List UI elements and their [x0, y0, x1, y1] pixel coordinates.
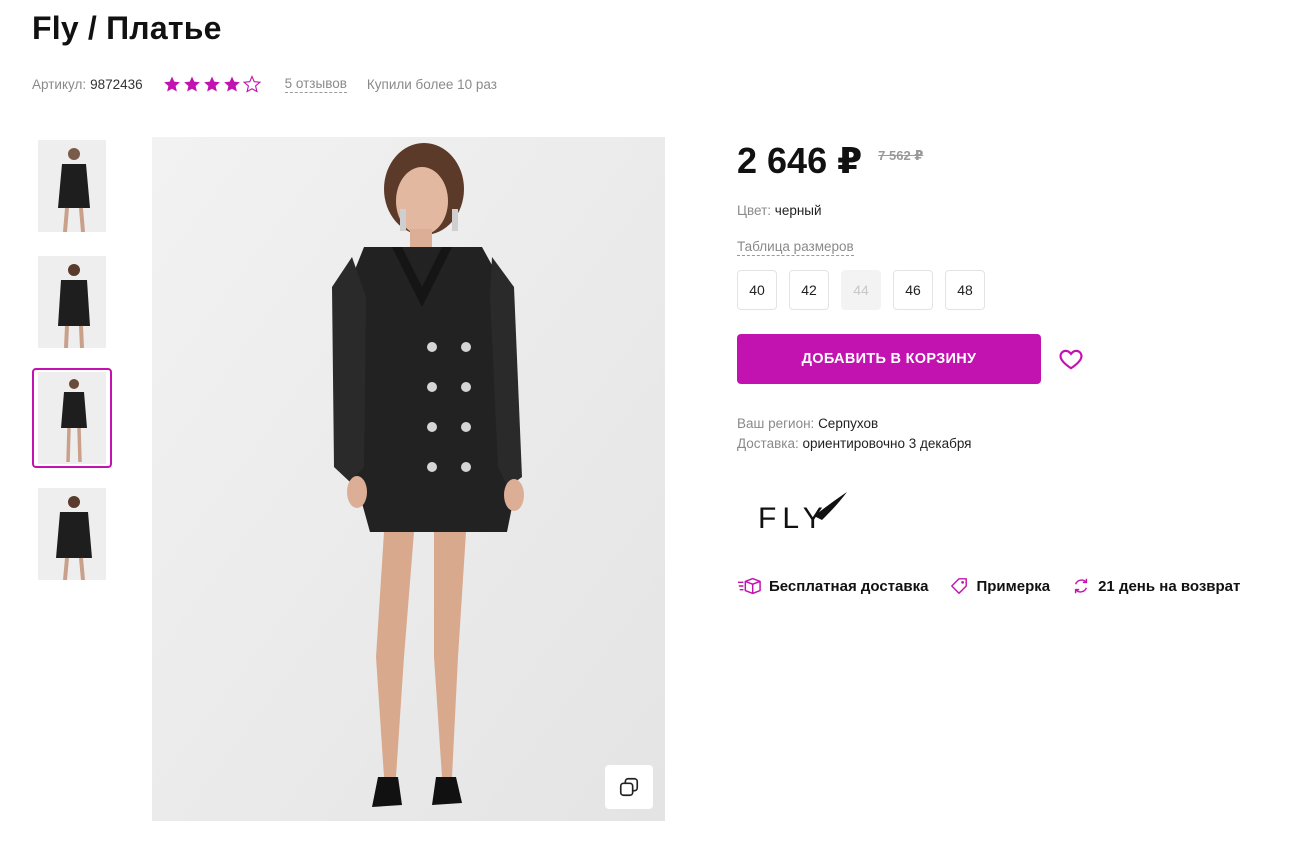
article-label: Артикул: [32, 76, 87, 92]
product-meta-row: Артикул: 9872436 5 отзывов Купили более … [32, 74, 497, 94]
thumbnail-image [38, 488, 106, 580]
delivery-label: Доставка: [737, 436, 799, 451]
feature-label: Примерка [976, 577, 1051, 595]
thumbnail-3[interactable] [32, 368, 112, 468]
product-title: Fly / Платье [32, 10, 222, 46]
thumbnail-image [38, 372, 106, 464]
return-arrows-icon [1074, 578, 1088, 594]
region-label: Ваш регион: [737, 416, 815, 431]
heart-icon[interactable] [1058, 346, 1084, 372]
reviews-link[interactable]: 5 отзывов [284, 76, 347, 93]
size-option-40[interactable]: 40 [737, 270, 777, 310]
features-row: Бесплатная доставка Примерка 21 день на … [737, 576, 1262, 596]
thumbnail-4[interactable] [32, 484, 112, 584]
feature-label: 21 день на возврат [1098, 577, 1241, 595]
delivery-box-icon [737, 577, 761, 595]
delivery-info: Ваш регион: Серпухов Доставка: ориентиро… [737, 414, 972, 454]
region-value[interactable]: Серпухов [818, 416, 878, 431]
delivery-value: ориентировочно 3 декабря [802, 436, 972, 451]
brand-logo-wing-icon [814, 492, 847, 520]
zoom-copy-icon [619, 777, 639, 797]
size-option-46[interactable]: 46 [893, 270, 933, 310]
feature-label: Бесплатная доставка [769, 577, 929, 595]
main-product-photo[interactable] [152, 137, 665, 821]
thumbnail-2[interactable] [32, 252, 112, 352]
size-table-link[interactable]: Таблица размеров [737, 239, 854, 256]
size-option-48[interactable]: 48 [945, 270, 985, 310]
color-row: Цвет: черный [737, 203, 822, 218]
star-filled-icon [223, 76, 240, 92]
thumbnail-image [38, 140, 106, 232]
star-filled-icon [203, 76, 220, 92]
rating-stars [163, 75, 261, 93]
delivery-row: Доставка: ориентировочно 3 декабря [737, 434, 972, 454]
zoom-button[interactable] [605, 765, 653, 809]
current-price: 2 646 ₽ [737, 140, 863, 181]
star-filled-icon [163, 76, 180, 92]
bought-count: Купили более 10 раз [366, 76, 497, 92]
feature-return: 21 день на возврат [1072, 577, 1240, 595]
size-option-44: 44 [841, 270, 881, 310]
dress-photo-illustration [152, 137, 665, 821]
color-label: Цвет: [737, 203, 772, 218]
feature-free-delivery: Бесплатная доставка [737, 576, 928, 596]
size-selector: 40 42 44 46 48 [737, 270, 985, 310]
thumbnail-1[interactable] [32, 136, 112, 236]
brand-logo[interactable]: FLY [752, 488, 852, 538]
tag-icon [951, 578, 968, 594]
article-value: 9872436 [90, 76, 143, 92]
old-price: 7 562 ₽ [878, 148, 924, 163]
star-filled-icon [183, 76, 200, 92]
price-row: 2 646 ₽ 7 562 ₽ [737, 140, 923, 182]
region-row: Ваш регион: Серпухов [737, 414, 972, 434]
color-value: черный [774, 203, 822, 218]
add-to-cart-button[interactable]: ДОБАВИТЬ В КОРЗИНУ [737, 334, 1041, 384]
feature-fitting: Примерка [950, 577, 1050, 595]
star-empty-icon [242, 75, 261, 93]
size-option-42[interactable]: 42 [789, 270, 829, 310]
thumbnail-image [38, 256, 106, 348]
